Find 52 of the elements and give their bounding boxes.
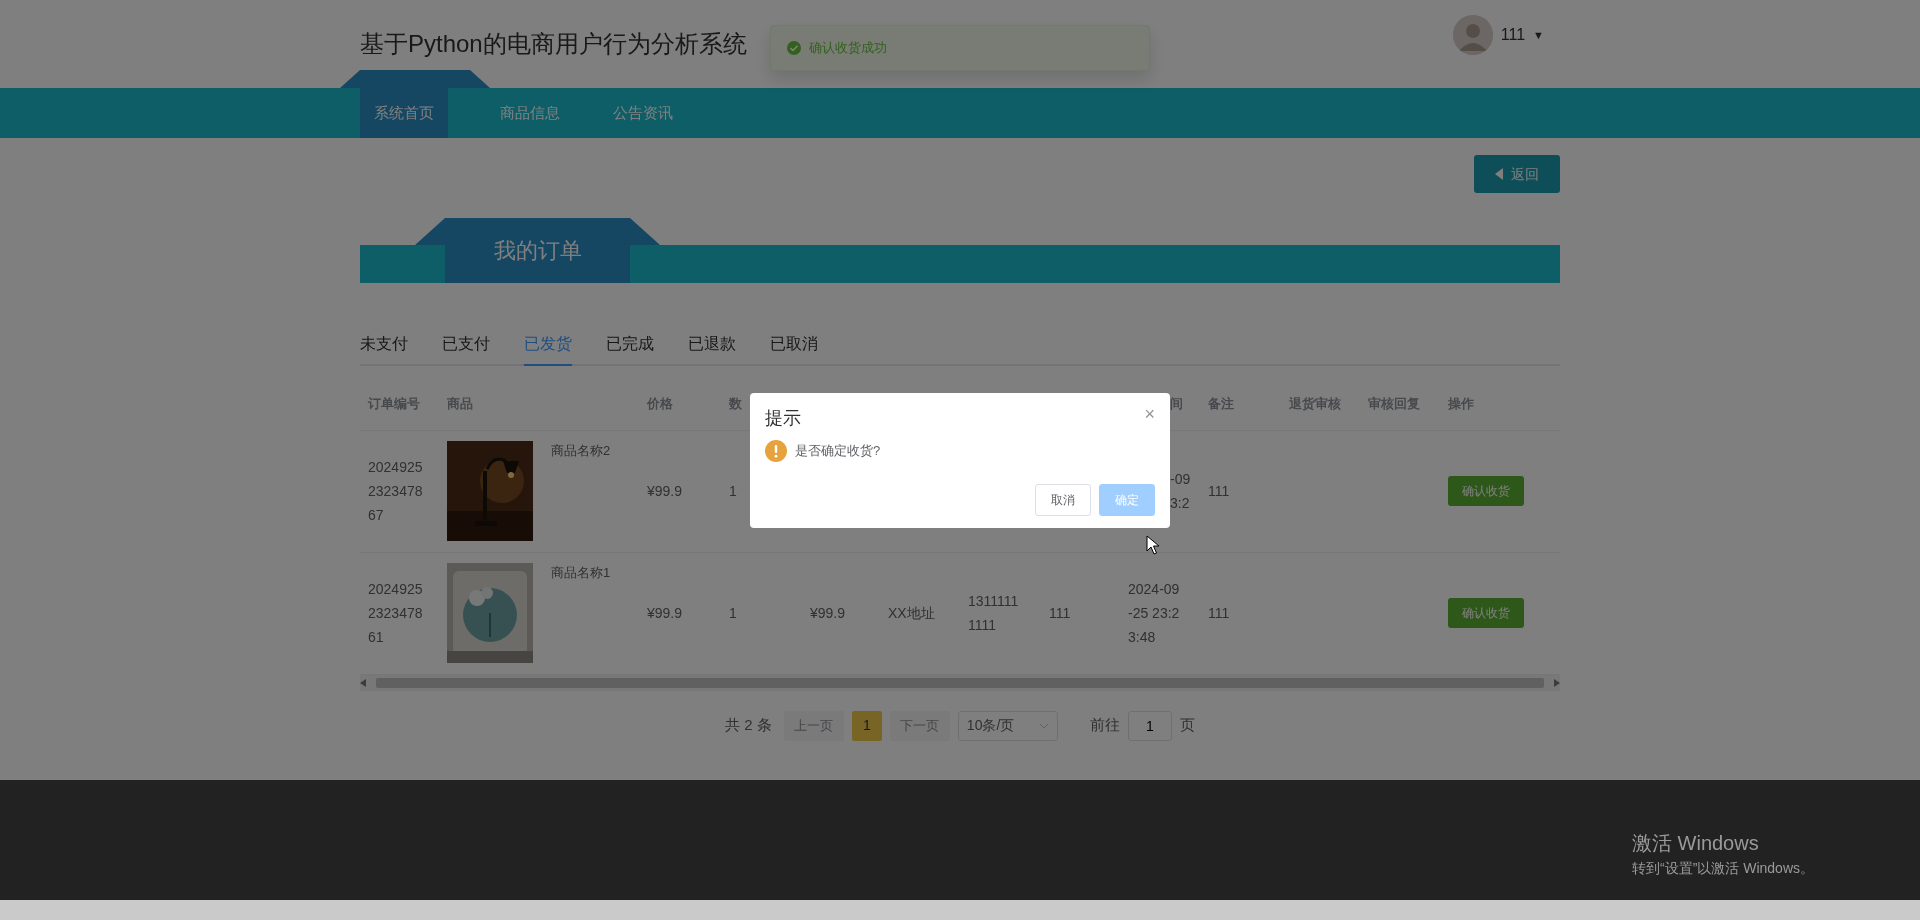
- table-cell-text: 2024-09-25 23:23:48: [1128, 580, 1181, 647]
- page-size-select[interactable]: 10条/页: [957, 710, 1058, 741]
- confirm-receipt-button[interactable]: 确认收货: [1448, 598, 1524, 628]
- table-cell: 111: [1049, 604, 1071, 621]
- scroll-right-icon[interactable]: [1554, 678, 1560, 687]
- page-number[interactable]: 1: [851, 710, 882, 741]
- total-count: 共 2 条: [725, 715, 772, 736]
- table-cell: 111: [1208, 604, 1230, 621]
- site-title: 基于Python的电商用户行为分析系统: [360, 29, 747, 59]
- table-cell: ¥99.9: [810, 604, 846, 621]
- table-cell-text: -09 3:2: [1170, 470, 1191, 513]
- table-cell: 1: [729, 482, 737, 499]
- cursor-icon: [1146, 535, 1160, 555]
- table-cell: ¥99.9: [647, 482, 683, 499]
- table-cell-text: 13111111111: [968, 592, 1020, 635]
- check-icon: [787, 41, 801, 55]
- user-name[interactable]: 111: [1500, 23, 1526, 47]
- page-suffix: 页: [1179, 715, 1195, 736]
- table-cell: XX地址: [888, 604, 935, 621]
- nav-item[interactable]: 公告资讯: [591, 88, 695, 138]
- chevron-down-icon: [1038, 722, 1049, 729]
- confirm-receipt-button[interactable]: 确认收货: [1448, 476, 1524, 506]
- caret-icon[interactable]: ▼: [1533, 26, 1544, 44]
- table-cell: 111: [1208, 482, 1230, 499]
- activation-title: 激活 Windows: [1632, 831, 1760, 856]
- dialog-message: 是否确定收货?: [795, 442, 881, 461]
- nav-item[interactable]: 商品信息: [490, 88, 591, 138]
- scroll-left-icon[interactable]: [360, 678, 366, 687]
- product-name: 商品名称1: [551, 564, 611, 582]
- dialog-title: 提示: [765, 407, 801, 430]
- product-name: 商品名称2: [551, 442, 611, 460]
- close-button[interactable]: ×: [1144, 405, 1155, 423]
- warning-icon: [765, 440, 787, 462]
- table-cell: ¥99.9: [647, 604, 683, 621]
- goto-label: 前往: [1089, 715, 1120, 736]
- order-tab[interactable]: 已完成: [606, 332, 654, 366]
- success-toast: 确认收货成功: [770, 25, 1150, 71]
- order-number: 2024925232347867: [368, 458, 424, 525]
- order-tab[interactable]: 已取消: [770, 332, 818, 366]
- triangle-icon: [1495, 168, 1503, 180]
- back-button[interactable]: 返回: [1474, 155, 1560, 193]
- page-heading: 我的订单: [415, 218, 660, 283]
- order-tab[interactable]: 已发货: [524, 332, 572, 366]
- order-tab[interactable]: 已支付: [442, 332, 490, 366]
- page-input[interactable]: 1: [1127, 710, 1172, 741]
- nav-item[interactable]: 系统首页: [340, 70, 490, 138]
- cancel-button[interactable]: 取消: [1035, 484, 1091, 516]
- table-cell: 1: [729, 604, 737, 621]
- order-tab[interactable]: 未支付: [360, 332, 408, 366]
- order-tab[interactable]: 已退款: [688, 332, 736, 366]
- activation-message: 转到“设置”以激活 Windows。: [1632, 859, 1814, 878]
- order-number: 2024925232347861: [368, 580, 424, 647]
